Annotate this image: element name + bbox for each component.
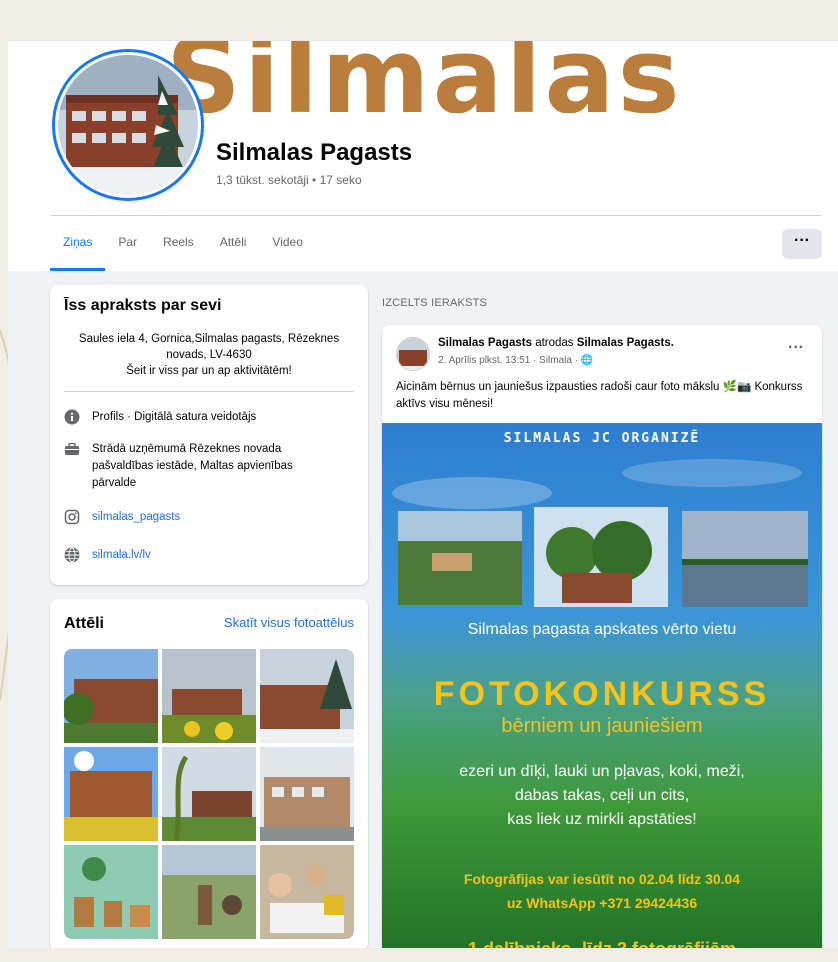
intro-bio: Saules iela 4, Gornica,Silmalas pagasts,… [64,331,354,379]
work-text: Strādā uzņēmumā Rēzeknes novada pašvaldī… [92,443,293,489]
page-tabs: Ziņas Par Reels Attēli Video [50,217,316,271]
featured-post-label: IZCELTS IERAKSTS [382,297,488,309]
tab-reels[interactable]: Reels [150,217,207,271]
tab-about[interactable]: Par [105,217,150,271]
intro-card: Īss apraksts par sevi Saules iela 4, Gor… [50,285,368,585]
post-author-avatar[interactable] [396,337,430,371]
tab-posts[interactable]: Ziņas [50,217,106,271]
poster-more-line: 1 dalībnieks- līdz 3 fotogrāfijām [382,939,822,948]
follower-count[interactable]: 1,3 tūkst. sekotāji • 17 seko [216,173,362,187]
building-photo [58,55,198,195]
featured-post: Silmalas Pagasts atrodas Silmalas Pagast… [382,325,822,948]
photo-thumbnail[interactable] [162,649,256,743]
post-options-button[interactable]: ··· [788,339,804,357]
instagram-icon [64,509,80,525]
post-timestamp[interactable]: 2. Aprīlis plkst. 13:51 · Silmala · 🌐 [438,355,593,366]
post-text: Aicinām bērnus un jauniešus izpausties r… [396,381,803,410]
info-work: Strādā uzņēmumā Rēzeknes novada pašvaldī… [64,441,334,492]
post-at-word: atrodas [535,337,574,349]
photos-card: Attēli Skatīt visus fotoattēlus [50,599,368,948]
photo-grid [64,649,354,939]
poster-subtitle: Silmalas pagasta apskates vērto vietu [467,621,737,638]
photo-thumbnail[interactable] [162,845,256,939]
poster-organizer: SILMALAS JC ORGANIZĒ [503,431,701,446]
poster-body-line: kas liek uz mirkli apstāties! [507,811,697,828]
info-website: silmala.lv/lv [64,547,151,564]
facebook-page: Silmalas Silmalas Pagasts 1,3 tūkst. sek… [8,40,838,948]
profile-avatar[interactable] [52,49,204,201]
website-link[interactable]: silmala.lv/lv [92,547,151,564]
page-header: Silmalas Silmalas Pagasts 1,3 tūkst. sek… [8,41,838,271]
photo-thumbnail[interactable] [260,649,354,743]
cover-image: Silmalas [158,41,778,113]
page-title: Silmalas Pagasts [216,139,413,166]
see-all-photos-link[interactable]: Skatīt visus fotoattēlus [224,615,354,630]
intro-divider [64,391,354,392]
poster-send-line: Fotogrāfijas var iesūtīt no 02.04 līdz 3… [463,871,741,887]
photo-thumbnail[interactable] [260,747,354,841]
instagram-link[interactable]: silmalas_pagasts [92,509,180,526]
globe-icon [64,547,80,563]
poster-send-line: uz WhatsApp +371 29424436 [506,895,698,911]
poster-headline: FOTOKONKURSS [433,675,771,713]
info-profile: Profils · Digitālā satura veidotājs [64,409,256,426]
photo-thumbnail[interactable] [64,747,158,841]
post-location[interactable]: Silmalas Pagasts. [577,337,674,349]
post-image[interactable]: SILMALAS JC ORGANIZĒ Silmalas pagasta ap… [382,423,822,948]
photo-thumbnail[interactable] [260,845,354,939]
tab-video[interactable]: Video [259,217,315,271]
post-header: Silmalas Pagasts atrodas Silmalas Pagast… [438,337,674,349]
more-options-button[interactable]: ··· [782,229,822,259]
info-icon [64,409,80,425]
cover-text: Silmalas [166,41,683,113]
poster-body-line: ezeri un dīķi, lauki un pļavas, koki, me… [459,763,745,780]
poster-body-line: dabas takas, ceļi un cits, [514,787,690,804]
briefcase-icon [65,442,79,455]
poster-headline-sub: bērniem un jauniešiem [501,715,703,737]
photo-thumbnail[interactable] [64,845,158,939]
profile-category: Profils · Digitālā satura veidotājs [92,411,257,423]
tab-photos[interactable]: Attēli [207,217,260,271]
bio-line: Saules iela 4, Gornica,Silmalas pagasts,… [78,333,340,345]
header-divider [50,215,822,216]
intro-title: Īss apraksts par sevi [64,297,222,314]
bio-line: Šeit ir viss par un ap aktivitātēm! [126,365,292,377]
photo-thumbnail[interactable] [162,747,256,841]
post-author-name[interactable]: Silmalas Pagasts [438,337,532,349]
photos-title: Attēli [64,615,104,632]
info-instagram: silmalas_pagasts [64,509,180,526]
bio-line: novads, LV-4630 [166,349,252,361]
photo-thumbnail[interactable] [64,649,158,743]
